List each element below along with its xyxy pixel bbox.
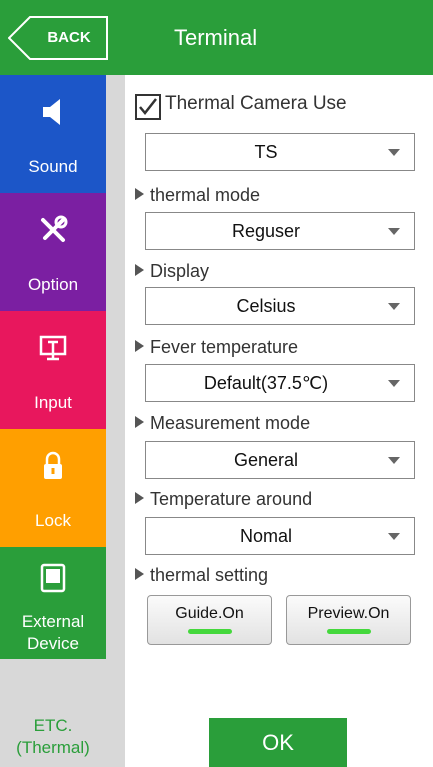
sidebar-item-sound[interactable]: Sound (0, 75, 106, 193)
fever-temperature-value: Default(37.5℃) (203, 373, 329, 393)
dropdown-arrow-icon (388, 533, 400, 540)
display-value: Celsius (236, 296, 296, 316)
preview-on-button[interactable]: Preview.On (286, 595, 411, 645)
checkmark-icon (139, 98, 157, 115)
measurement-mode-label: Measurement mode (135, 413, 310, 437)
device-icon (0, 561, 106, 595)
measurement-mode-value: General (233, 450, 299, 470)
thermal-mode-select[interactable]: Reguser (145, 212, 415, 250)
sidebar-item-label: Sound (28, 157, 78, 176)
monitor-icon (0, 331, 106, 365)
sidebar: Sound Option Input Lock External Device … (0, 75, 125, 767)
thermal-mode-value: Reguser (231, 221, 301, 241)
camera-select-value: TS (254, 142, 278, 162)
preview-on-indicator (327, 629, 371, 634)
speaker-icon (0, 95, 106, 129)
camera-select[interactable]: TS (145, 133, 415, 171)
triangle-right-icon (135, 340, 144, 353)
triangle-right-icon (135, 568, 144, 581)
temperature-around-label: Temperature around (135, 489, 312, 513)
dropdown-arrow-icon (388, 457, 400, 464)
thermal-camera-use-label: Thermal Camera Use (165, 93, 347, 114)
triangle-right-icon (135, 492, 144, 505)
sidebar-item-label: Lock (35, 511, 71, 530)
triangle-right-icon (135, 264, 144, 277)
page-title: Terminal (174, 25, 258, 50)
measurement-mode-select[interactable]: General (145, 441, 415, 479)
fever-temperature-label: Fever temperature (135, 337, 298, 361)
sidebar-item-option[interactable]: Option (0, 193, 106, 311)
lock-icon (0, 449, 106, 483)
guide-on-indicator (188, 629, 232, 634)
sidebar-item-label: Option (27, 275, 79, 294)
ok-button[interactable]: OK (209, 718, 347, 767)
sidebar-item-lock[interactable]: Lock (0, 429, 106, 547)
thermal-camera-use-checkbox[interactable] (135, 94, 161, 120)
triangle-right-icon (135, 188, 144, 201)
fever-temperature-select[interactable]: Default(37.5℃) (145, 364, 415, 402)
guide-on-button[interactable]: Guide.On (147, 595, 272, 645)
sidebar-item-etc-thermal[interactable]: ETC. (Thermal) (0, 615, 106, 767)
dropdown-arrow-icon (388, 149, 400, 156)
sidebar-item-label: Input (34, 393, 72, 412)
back-label: BACK (47, 29, 91, 46)
guide-on-label: Guide.On (175, 605, 244, 622)
triangle-right-icon (135, 416, 144, 429)
thermal-setting-label: thermal setting (135, 565, 268, 589)
display-label: Display (135, 261, 209, 285)
thermal-mode-label: thermal mode (135, 185, 260, 209)
temperature-around-value: Nomal (239, 526, 292, 546)
sidebar-item-label: ETC. (Thermal) (16, 716, 90, 757)
dropdown-arrow-icon (388, 303, 400, 310)
back-button[interactable]: BACK (8, 16, 108, 60)
preview-on-label: Preview.On (307, 605, 390, 622)
temperature-around-select[interactable]: Nomal (145, 517, 415, 555)
dropdown-arrow-icon (388, 228, 400, 235)
header-bar: BACK Terminal (0, 0, 433, 75)
settings-panel: Thermal Camera Use TS thermal mode Regus… (125, 75, 433, 767)
dropdown-arrow-icon (388, 380, 400, 387)
display-select[interactable]: Celsius (145, 287, 415, 325)
sidebar-item-input[interactable]: Input (0, 311, 106, 429)
tools-icon (0, 213, 106, 247)
